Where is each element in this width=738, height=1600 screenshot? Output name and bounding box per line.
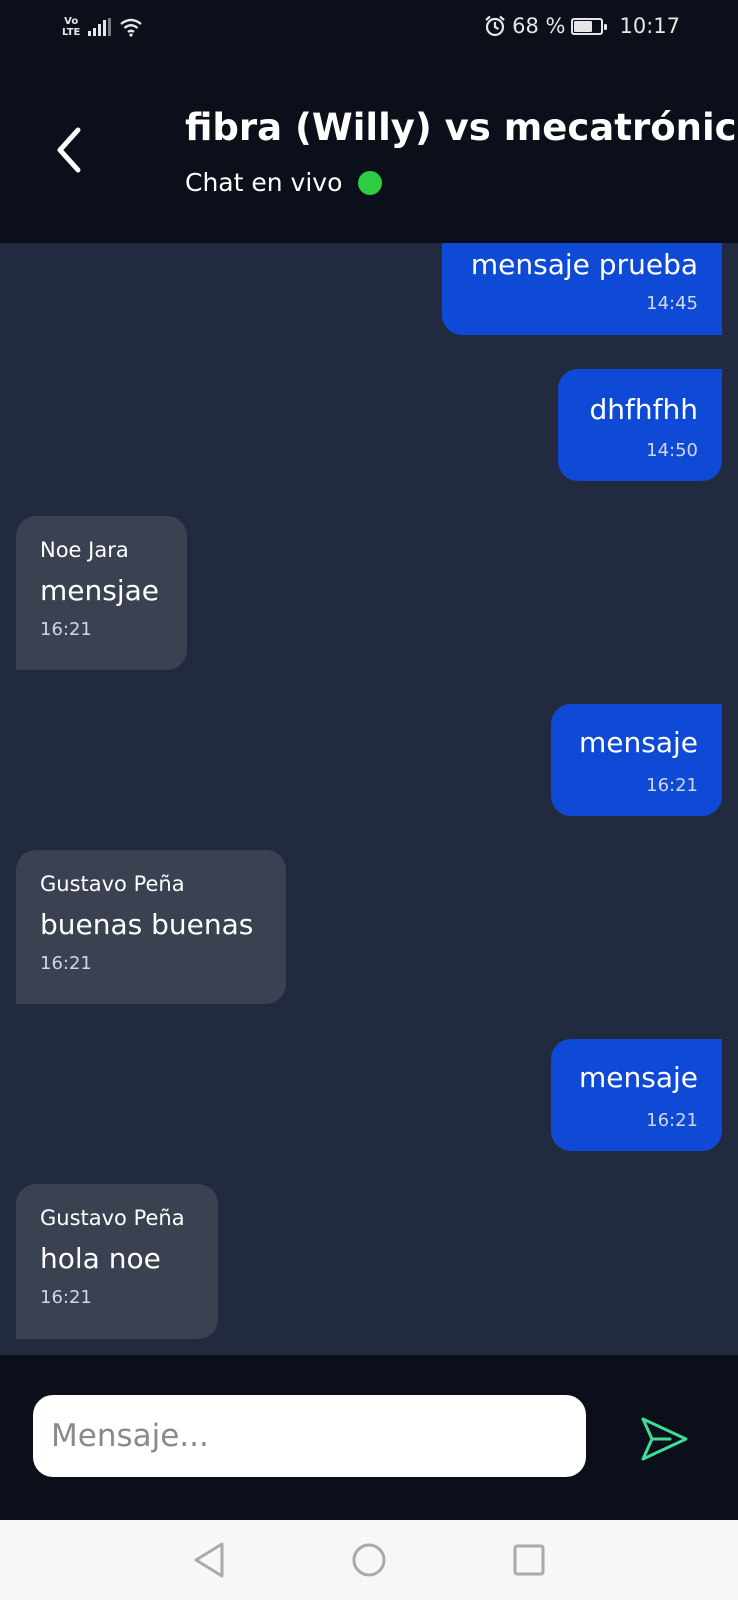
online-indicator (358, 170, 383, 195)
message-composer (0, 1355, 738, 1520)
message-sender: Gustavo Peña (40, 1206, 185, 1230)
message-input[interactable] (33, 1395, 586, 1477)
message-text: mensjae (40, 574, 159, 607)
triangle-back-icon (194, 1542, 224, 1578)
message-sender: Noe Jara (40, 538, 129, 562)
alarm-icon (485, 15, 505, 37)
circle-home-icon (352, 1543, 386, 1577)
message-text: mensaje prueba (470, 248, 698, 281)
message-bubble-outgoing[interactable]: mensaje 16:21 (551, 704, 722, 816)
message-text: hola noe (40, 1242, 161, 1275)
message-text: buenas buenas (40, 908, 254, 941)
nav-recents-button[interactable] (509, 1540, 549, 1580)
message-list[interactable]: mensaje prueba 14:45 dhfhfhh 14:50 Noe J… (0, 243, 738, 1355)
nav-back-button[interactable] (189, 1540, 229, 1580)
wifi-icon (120, 18, 143, 37)
message-bubble-incoming[interactable]: Gustavo Peña buenas buenas 16:21 (16, 850, 286, 1004)
square-recents-icon (513, 1544, 545, 1576)
nav-home-button[interactable] (349, 1540, 389, 1580)
chat-title: fibra (Willy) vs mecatrónica (185, 106, 738, 149)
message-text: mensaje (579, 726, 698, 759)
message-time: 16:21 (40, 1287, 92, 1308)
message-time: 16:21 (40, 953, 92, 974)
volte-indicator: Vo LTE (62, 16, 81, 38)
message-sender: Gustavo Peña (40, 872, 185, 896)
back-button[interactable] (46, 118, 90, 182)
status-bar: Vo LTE 68 % 10:17 (0, 0, 738, 58)
message-time: 14:50 (646, 440, 698, 461)
live-label: Chat en vivo (185, 168, 343, 197)
clock: 10:17 (619, 14, 680, 38)
chat-subtitle: Chat en vivo (185, 168, 383, 197)
message-bubble-outgoing[interactable]: mensaje 16:21 (551, 1039, 722, 1151)
send-icon (641, 1417, 688, 1461)
app-header: Vo LTE 68 % 10:17 fibra (Willy) vs mecat… (0, 0, 738, 243)
message-bubble-outgoing[interactable]: mensaje prueba 14:45 (442, 243, 722, 335)
message-time: 16:21 (646, 1110, 698, 1131)
message-bubble-incoming[interactable]: Gustavo Peña hola noe 16:21 (16, 1184, 218, 1339)
battery-icon (571, 17, 608, 35)
chevron-left-icon (57, 127, 81, 173)
signal-icon (88, 18, 112, 36)
message-bubble-incoming[interactable]: Noe Jara mensjae 16:21 (16, 516, 187, 670)
message-bubble-outgoing[interactable]: dhfhfhh 14:50 (558, 369, 722, 481)
message-time: 14:45 (646, 293, 698, 314)
system-nav-bar (0, 1520, 738, 1600)
send-button[interactable] (640, 1415, 690, 1463)
message-text: dhfhfhh (589, 393, 698, 426)
message-time: 16:21 (40, 619, 92, 640)
message-text: mensaje (579, 1061, 698, 1094)
battery-percent: 68 % (512, 14, 566, 38)
message-time: 16:21 (646, 775, 698, 796)
